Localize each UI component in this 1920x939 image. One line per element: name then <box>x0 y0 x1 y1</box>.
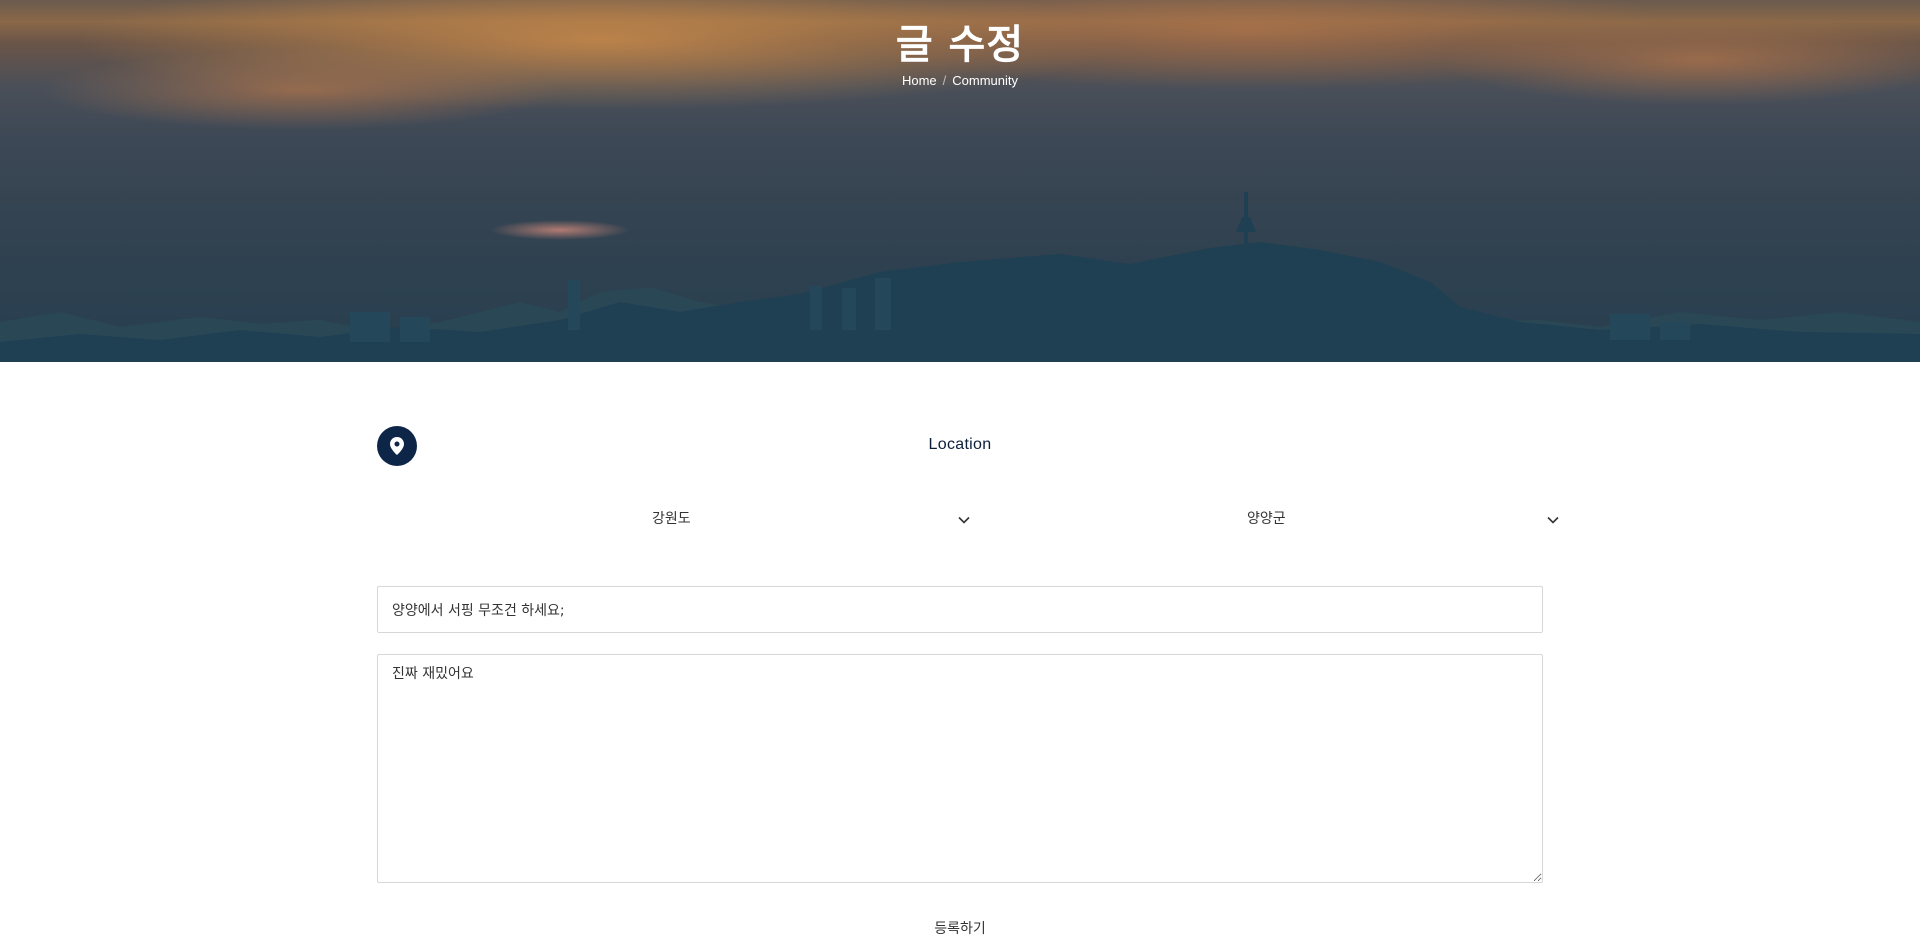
edit-post-form: Location 강원도 양양군 진짜 재밌어요 등록하기 <box>377 362 1559 939</box>
breadcrumb: Home / Community <box>0 73 1920 88</box>
breadcrumb-community-link[interactable]: Community <box>952 73 1018 88</box>
province-select-value: 강원도 <box>652 511 691 527</box>
post-title-input[interactable] <box>377 586 1543 633</box>
submit-button[interactable]: 등록하기 <box>928 917 992 939</box>
province-select[interactable]: 강원도 <box>506 498 970 538</box>
district-select[interactable]: 양양군 <box>1093 498 1559 538</box>
hero-banner: 글 수정 Home / Community <box>0 0 1920 362</box>
page-title: 글 수정 <box>895 21 1025 68</box>
post-body-textarea[interactable]: 진짜 재밌어요 <box>377 654 1543 883</box>
location-label: Location <box>928 436 992 453</box>
breadcrumb-separator: / <box>942 73 947 88</box>
district-select-value: 양양군 <box>1247 511 1286 527</box>
chevron-down-icon <box>958 512 970 528</box>
breadcrumb-home-link[interactable]: Home <box>902 73 937 88</box>
location-header: Location <box>377 426 1543 474</box>
city-skyline-silhouette <box>0 192 1920 362</box>
location-selects: 강원도 양양군 <box>377 498 1559 554</box>
chevron-down-icon <box>1547 512 1559 528</box>
